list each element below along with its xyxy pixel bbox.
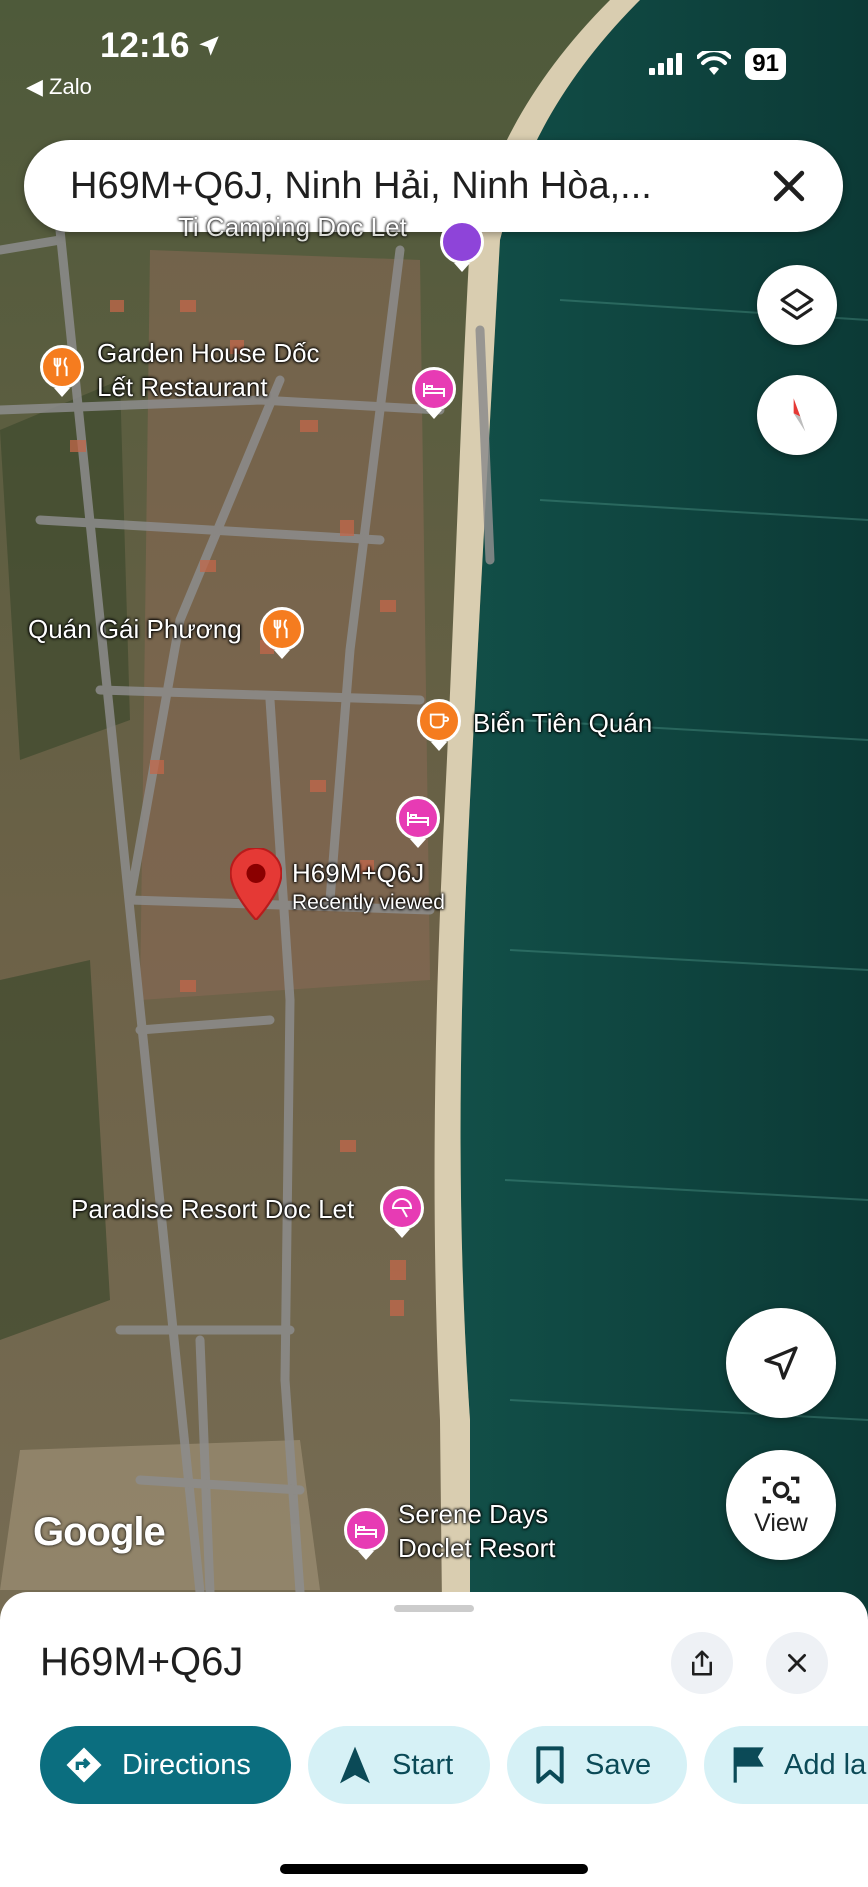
bookmark-icon (536, 1746, 564, 1784)
fork-knife-icon (53, 356, 68, 377)
map-label-serene-days[interactable]: Serene Days Doclet Resort (398, 1497, 556, 1565)
lens-view-button[interactable]: View (726, 1450, 836, 1560)
my-location-button[interactable] (726, 1308, 836, 1418)
map-label-bien-tien-quan[interactable]: Biển Tiên Quán (473, 706, 652, 740)
pin-label[interactable]: H69M+Q6J Recently viewed (292, 856, 445, 916)
pin-label-title: H69M+Q6J (292, 858, 425, 888)
maps-screen: 12:16 ◀ Zalo 91 H69M+Q6J, Ninh Hải, Ninh… (0, 0, 868, 1887)
map-label-camping: Ti Camping Doc Let (178, 212, 407, 242)
directions-label: Directions (122, 1748, 251, 1781)
directions-icon (66, 1747, 102, 1783)
cellular-signal-icon (649, 53, 683, 75)
layers-icon (780, 288, 814, 320)
share-icon (692, 1650, 712, 1676)
directions-button[interactable]: Directions (40, 1726, 291, 1804)
restaurant-poi-icon[interactable] (40, 345, 84, 389)
save-button[interactable]: Save (507, 1726, 687, 1804)
map-label-garden-house[interactable]: Garden House Dốc Lết Restaurant (97, 336, 320, 404)
garden-house-line1: Garden House Dốc (97, 338, 320, 368)
navigation-arrow-icon (764, 1346, 798, 1380)
back-to-app-link[interactable]: ◀ Zalo (26, 74, 92, 100)
place-bottom-sheet: H69M+Q6J Directions Start Save Add la (0, 1592, 868, 1887)
map-label-quan-gai-phuong[interactable]: Quán Gái Phương (28, 612, 242, 646)
compass-icon (793, 398, 806, 432)
hotel-poi-icon[interactable] (344, 1508, 388, 1552)
serene-days-line2: Doclet Resort (398, 1533, 556, 1563)
flag-icon (733, 1747, 764, 1783)
location-arrow-icon (198, 36, 219, 56)
add-label-label: Add la (784, 1748, 867, 1781)
compass-button[interactable] (757, 375, 837, 455)
wifi-icon (697, 51, 732, 75)
status-time: 12:16 (100, 26, 222, 66)
navigation-start-icon (340, 1746, 370, 1784)
fork-knife-icon (273, 618, 288, 639)
home-indicator[interactable] (280, 1864, 588, 1874)
camera-lens-icon (762, 1476, 800, 1503)
add-label-button[interactable]: Add la (704, 1726, 868, 1804)
place-title: H69M+Q6J (40, 1640, 244, 1684)
search-query[interactable]: H69M+Q6J, Ninh Hải, Ninh Hòa,... (70, 165, 720, 208)
save-label: Save (585, 1748, 652, 1781)
sheet-drag-handle[interactable] (394, 1605, 474, 1612)
layers-button[interactable] (757, 265, 837, 345)
view-button-label: View (754, 1508, 808, 1537)
location-pin-icon[interactable] (230, 848, 282, 920)
search-bar[interactable]: H69M+Q6J, Ninh Hải, Ninh Hòa,... (24, 140, 843, 232)
bed-icon (407, 812, 429, 826)
bed-icon (355, 1524, 377, 1538)
restaurant-poi-icon[interactable] (260, 607, 304, 651)
close-icon (788, 1654, 806, 1672)
pin-label-subtitle: Recently viewed (292, 891, 445, 914)
start-label: Start (392, 1748, 454, 1781)
status-time-text: 12:16 (100, 26, 190, 65)
hotel-poi-icon[interactable] (396, 796, 440, 840)
google-logo: Google (33, 1510, 166, 1554)
bed-icon (423, 383, 445, 397)
coffee-cup-icon (429, 713, 450, 729)
map-label-paradise-resort[interactable]: Paradise Resort Doc Let (71, 1192, 354, 1226)
battery-indicator: 91 (745, 48, 786, 80)
beach-umbrella-icon (391, 1198, 413, 1218)
share-button[interactable] (671, 1632, 733, 1694)
start-button[interactable]: Start (308, 1726, 490, 1804)
status-indicators: 91 (649, 48, 786, 80)
serene-days-line1: Serene Days (398, 1499, 549, 1529)
resort-poi-icon[interactable] (380, 1186, 424, 1230)
garden-house-line2: Lết Restaurant (97, 372, 268, 402)
camping-poi-icon[interactable] (440, 220, 484, 264)
clear-search-icon[interactable] (767, 164, 811, 208)
hotel-poi-icon[interactable] (412, 367, 456, 411)
close-sheet-button[interactable] (766, 1632, 828, 1694)
cafe-poi-icon[interactable] (417, 699, 461, 743)
